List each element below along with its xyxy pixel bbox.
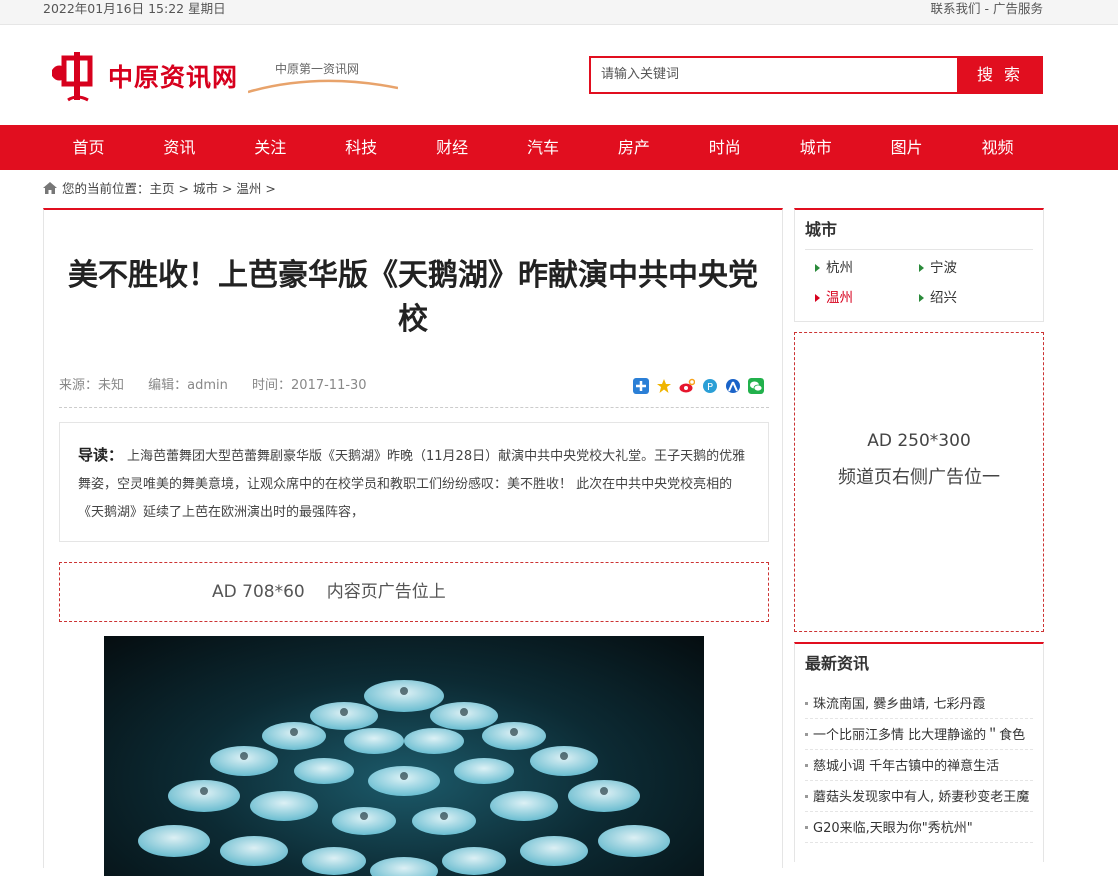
list-item[interactable]: 慈城小调 千年古镇中的禅意生活 bbox=[805, 750, 1033, 781]
article-panel: 美不胜收！上芭豪华版《天鹅湖》昨献演中共中央党校 来源：未知 编辑：admin … bbox=[43, 208, 783, 876]
contact-link[interactable]: 联系我们 bbox=[931, 1, 981, 16]
bullet-triangle-icon bbox=[919, 294, 924, 302]
news-link[interactable]: 蘑菇头发现家中有人, 娇妻秒变老王魔 bbox=[813, 790, 1029, 805]
bullet-triangle-icon bbox=[919, 264, 924, 272]
ad-top-size: AD 708*60 bbox=[212, 582, 305, 602]
city-label: 宁波 bbox=[930, 260, 957, 276]
qzone-icon[interactable] bbox=[656, 378, 672, 394]
breadcrumb-sep: > bbox=[217, 181, 237, 196]
search-input[interactable]: 请输入关键词 bbox=[589, 56, 957, 94]
weibo-icon[interactable] bbox=[679, 378, 695, 394]
bullet-dot-icon bbox=[805, 826, 808, 829]
nav-item-news[interactable]: 资讯 bbox=[134, 125, 225, 170]
city-panel-title: 城市 bbox=[805, 210, 1033, 250]
lead-text: 上海芭蕾舞团大型芭蕾舞剧豪华版《天鹅湖》昨晚（11月28日）献演中共中央党校大礼… bbox=[78, 449, 746, 520]
bullet-dot-icon bbox=[805, 733, 808, 736]
home-icon bbox=[43, 182, 57, 194]
city-label: 温州 bbox=[826, 290, 853, 306]
nav-item-fashion[interactable]: 时尚 bbox=[679, 125, 770, 170]
sidebar-ad-label: 频道页右侧广告位一 bbox=[838, 467, 1000, 488]
news-link[interactable]: 慈城小调 千年古镇中的禅意生活 bbox=[813, 759, 999, 774]
bullet-triangle-icon bbox=[815, 264, 820, 272]
link-separator: - bbox=[980, 1, 993, 16]
sidebar-ad-size: AD 250*300 bbox=[867, 431, 971, 451]
swoosh-decoration-icon bbox=[248, 79, 398, 94]
nav-item-home[interactable]: 首页 bbox=[43, 125, 134, 170]
nav-item-house[interactable]: 房产 bbox=[588, 125, 679, 170]
breadcrumb-home[interactable]: 主页 bbox=[150, 181, 175, 196]
bullet-dot-icon bbox=[805, 702, 808, 705]
bullet-dot-icon bbox=[805, 764, 808, 767]
article-editor: 编辑：admin bbox=[148, 378, 228, 393]
city-item-shaoxing[interactable]: 绍兴 bbox=[919, 288, 1023, 308]
list-item[interactable]: 一个比丽江多情 比大理静谧的＂食色 bbox=[805, 719, 1033, 750]
city-list: 杭州 宁波 温州 绍兴 bbox=[815, 258, 1043, 308]
breadcrumb-prefix: 您的当前位置： bbox=[62, 181, 150, 196]
latest-news-list: 珠流南国, 爨乡曲靖, 七彩丹霞 一个比丽江多情 比大理静谧的＂食色 慈城小调 … bbox=[805, 688, 1033, 843]
city-item-hangzhou[interactable]: 杭州 bbox=[815, 258, 919, 278]
nav-item-photos[interactable]: 图片 bbox=[861, 125, 952, 170]
top-links: 联系我们 - 广告服务 bbox=[931, 0, 1044, 17]
ballet-swans-image bbox=[138, 680, 670, 876]
article-lead: 导读： 上海芭蕾舞团大型芭蕾舞剧豪华版《天鹅湖》昨晚（11月28日）献演中共中央党… bbox=[59, 422, 769, 542]
nav-item-auto[interactable]: 汽车 bbox=[498, 125, 589, 170]
news-link[interactable]: 一个比丽江多情 比大理静谧的＂食色 bbox=[813, 728, 1025, 743]
ad-top-label: 内容页广告位上 bbox=[326, 582, 446, 602]
breadcrumb-sep: > bbox=[261, 181, 276, 196]
header: 中原资讯网 中原第一资讯网 请输入关键词 搜 索 bbox=[43, 25, 1043, 125]
nav-item-tech[interactable]: 科技 bbox=[316, 125, 407, 170]
plus-share-icon[interactable] bbox=[633, 378, 649, 394]
share-bar: P bbox=[633, 378, 764, 394]
bullet-dot-icon bbox=[805, 795, 808, 798]
bullet-triangle-icon bbox=[815, 294, 820, 302]
nav-item-city[interactable]: 城市 bbox=[770, 125, 861, 170]
city-label: 绍兴 bbox=[930, 290, 957, 306]
list-item[interactable]: G20来临,天眼为你"秀杭州" bbox=[805, 812, 1033, 843]
search-button[interactable]: 搜 索 bbox=[957, 56, 1043, 94]
wechat-icon[interactable] bbox=[748, 378, 764, 394]
article-source: 来源：未知 bbox=[59, 378, 125, 393]
article-meta: 来源：未知 编辑：admin 时间：2017-11-30 P bbox=[59, 370, 769, 408]
article-title: 美不胜收！上芭豪华版《天鹅湖》昨献演中共中央党校 bbox=[68, 258, 758, 337]
news-link[interactable]: 珠流南国, 爨乡曲靖, 七彩丹霞 bbox=[813, 697, 986, 712]
article-photo bbox=[104, 636, 704, 876]
nav-item-focus[interactable]: 关注 bbox=[225, 125, 316, 170]
list-item[interactable]: 珠流南国, 爨乡曲靖, 七彩丹霞 bbox=[805, 688, 1033, 719]
city-item-wenzhou[interactable]: 温州 bbox=[815, 288, 919, 308]
ads-service-link[interactable]: 广告服务 bbox=[993, 1, 1043, 16]
logo-text: 中原资讯网 bbox=[108, 63, 239, 92]
breadcrumb-city[interactable]: 城市 bbox=[193, 181, 218, 196]
list-item[interactable]: 蘑菇头发现家中有人, 娇妻秒变老王魔 bbox=[805, 781, 1033, 812]
content-top-ad[interactable]: AD 708*60 内容页广告位上 bbox=[59, 562, 769, 622]
current-date: 2022年01月16日 15:22 星期日 bbox=[43, 1, 226, 16]
top-bar: 2022年01月16日 15:22 星期日 联系我们 - 广告服务 bbox=[0, 0, 1118, 25]
city-item-ningbo[interactable]: 宁波 bbox=[919, 258, 1023, 278]
lead-label: 导读： bbox=[78, 446, 124, 464]
renren-icon[interactable] bbox=[725, 378, 741, 394]
city-label: 杭州 bbox=[826, 260, 853, 276]
breadcrumb-sep: > bbox=[174, 181, 193, 196]
latest-news-title: 最新资讯 bbox=[805, 654, 870, 673]
logo-mark-icon bbox=[52, 52, 93, 102]
main-nav: 首页 资讯 关注 科技 财经 汽车 房产 时尚 城市 图片 视频 bbox=[0, 125, 1118, 170]
nav-item-video[interactable]: 视频 bbox=[952, 125, 1043, 170]
logo-slogan: 中原第一资讯网 bbox=[275, 62, 360, 76]
search-bar: 请输入关键词 搜 索 bbox=[589, 56, 1043, 94]
news-link[interactable]: G20来临,天眼为你"秀杭州" bbox=[813, 821, 973, 836]
site-logo[interactable]: 中原资讯网 中原第一资讯网 bbox=[48, 50, 398, 105]
article-time: 时间：2017-11-30 bbox=[252, 378, 367, 393]
pengyou-icon[interactable]: P bbox=[702, 378, 718, 394]
breadcrumb: 您的当前位置：主页 > 城市 > 温州 > bbox=[43, 170, 1043, 208]
svg-text:P: P bbox=[707, 382, 713, 393]
sidebar-ad[interactable]: AD 250*300 频道页右侧广告位一 bbox=[794, 332, 1044, 632]
nav-item-finance[interactable]: 财经 bbox=[407, 125, 498, 170]
breadcrumb-wenzhou[interactable]: 温州 bbox=[236, 181, 261, 196]
city-panel: 城市 杭州 宁波 温州 绍兴 bbox=[794, 208, 1044, 322]
latest-news-panel: 最新资讯 珠流南国, 爨乡曲靖, 七彩丹霞 一个比丽江多情 比大理静谧的＂食色 … bbox=[794, 642, 1044, 862]
